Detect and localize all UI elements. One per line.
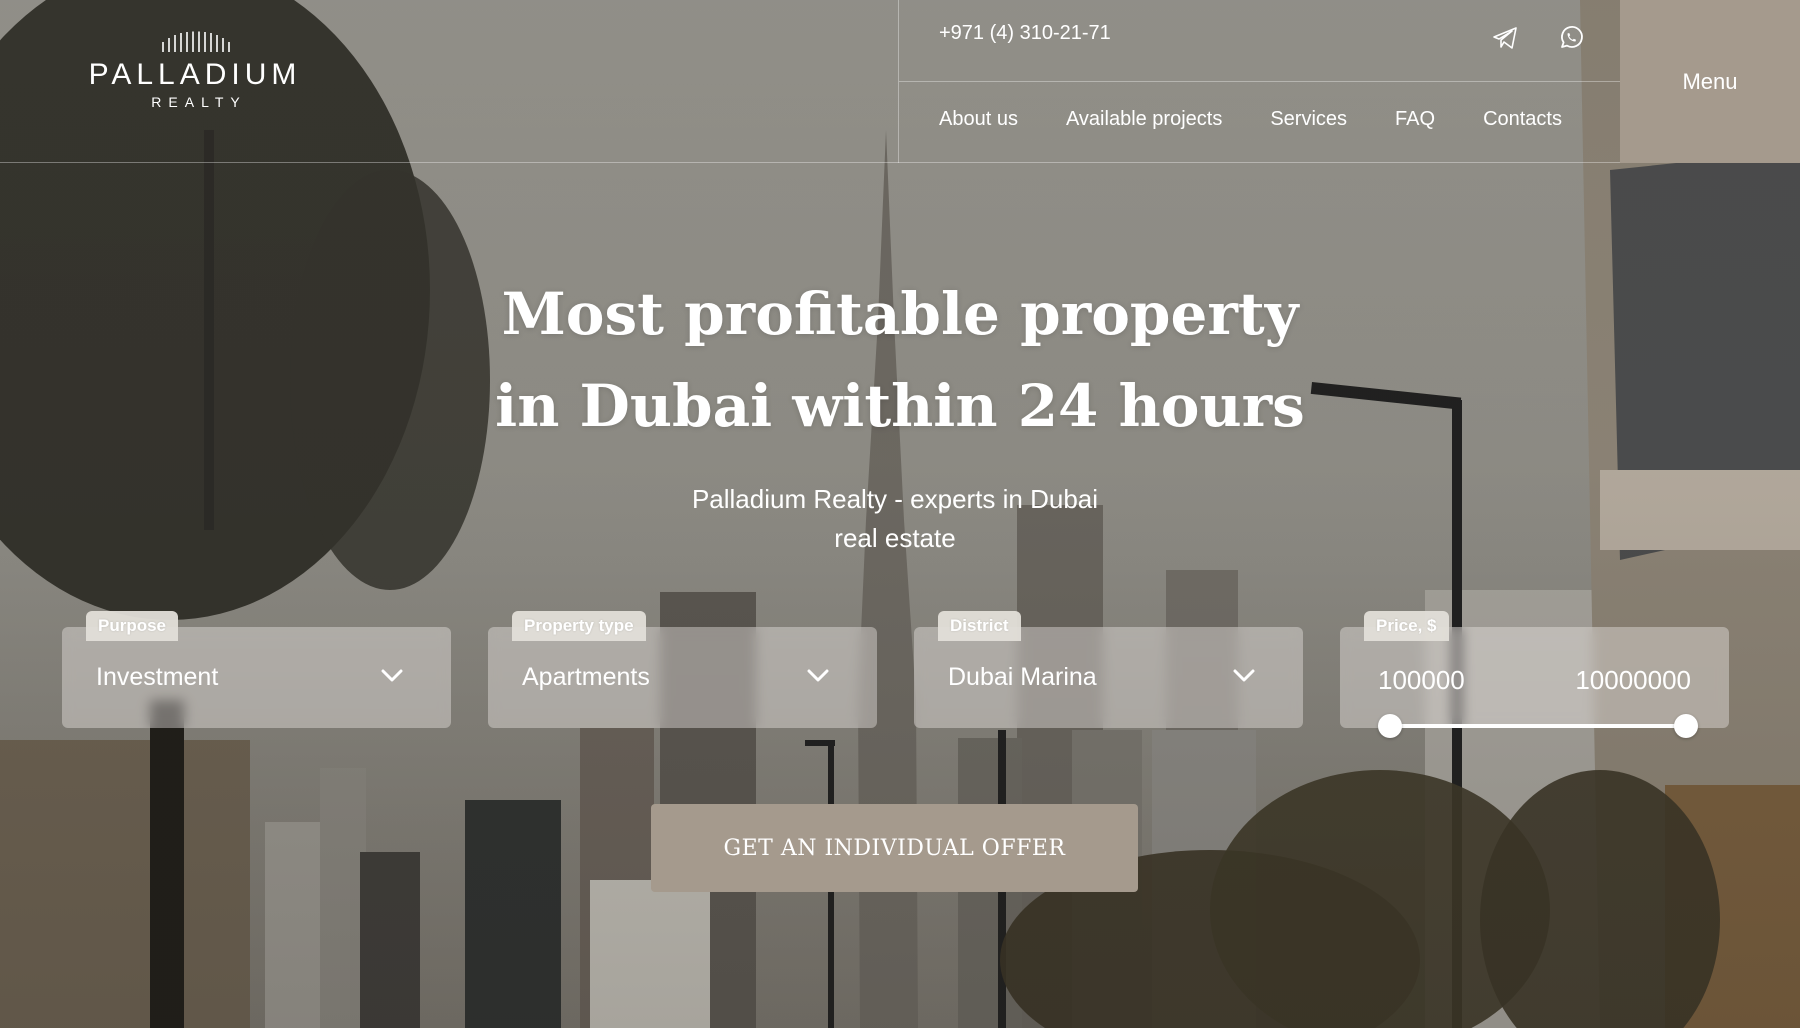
purpose-value: Investment bbox=[96, 663, 219, 691]
hero-subtitle: Palladium Realty - experts in Dubai real… bbox=[640, 480, 1150, 558]
district-select[interactable]: District Dubai Marina bbox=[914, 611, 1303, 728]
property-type-select[interactable]: Property type Apartments bbox=[488, 611, 877, 728]
nav-faq[interactable]: FAQ bbox=[1395, 108, 1435, 131]
purpose-label: Purpose bbox=[86, 611, 179, 641]
whatsapp-icon[interactable] bbox=[1557, 24, 1585, 52]
chevron-down-icon bbox=[1233, 669, 1255, 682]
hero-subtitle-line-1: Palladium Realty - experts in Dubai bbox=[691, 484, 1099, 514]
hero-title-line-2: in Dubai within 24 hours bbox=[495, 372, 1305, 440]
logo-arch-icon bbox=[162, 31, 230, 52]
chevron-down-icon bbox=[381, 669, 403, 682]
price-label: Price, $ bbox=[1364, 611, 1449, 641]
district-label: District bbox=[938, 611, 1021, 641]
logo-name: PALLADIUM bbox=[88, 58, 302, 91]
logo-subtitle: REALTY bbox=[151, 94, 247, 110]
nav-services[interactable]: Services bbox=[1270, 108, 1347, 131]
price-range-filter: Price, $ 100000 10000000 bbox=[1340, 611, 1729, 738]
telegram-icon-graphic bbox=[1493, 27, 1517, 49]
price-slider-track[interactable] bbox=[1390, 724, 1686, 728]
nav-about-us[interactable]: About us bbox=[939, 108, 1018, 131]
property-type-label: Property type bbox=[512, 611, 646, 641]
site-header: PALLADIUM REALTY +971 (4) 310-21-71 Abou… bbox=[0, 0, 1800, 163]
hero-title: Most profitable property in Dubai within… bbox=[400, 268, 1400, 452]
chevron-down-icon bbox=[807, 669, 829, 682]
menu-button[interactable]: Menu bbox=[1620, 0, 1800, 163]
nav-available-projects[interactable]: Available projects bbox=[1066, 108, 1222, 131]
purpose-select[interactable]: Purpose Investment bbox=[62, 611, 451, 728]
get-offer-button[interactable]: GET AN INDIVIDUAL OFFER bbox=[651, 804, 1138, 892]
district-value: Dubai Marina bbox=[948, 663, 1097, 691]
logo[interactable]: PALLADIUM REALTY bbox=[60, 30, 330, 130]
hero-subtitle-line-2: real estate bbox=[834, 523, 956, 553]
header-right: +971 (4) 310-21-71 About us Available pr… bbox=[898, 0, 1620, 163]
nav-contacts[interactable]: Contacts bbox=[1483, 108, 1562, 131]
price-min-value[interactable]: 100000 bbox=[1378, 665, 1465, 696]
price-slider-min-handle[interactable] bbox=[1378, 714, 1402, 738]
hero-title-line-1: Most profitable property bbox=[501, 280, 1299, 348]
phone-link[interactable]: +971 (4) 310-21-71 bbox=[939, 22, 1111, 45]
main-nav: About us Available projects Services FAQ… bbox=[939, 108, 1562, 131]
telegram-icon[interactable] bbox=[1491, 24, 1519, 52]
property-type-value: Apartments bbox=[522, 663, 650, 691]
price-max-value[interactable]: 10000000 bbox=[1575, 665, 1691, 696]
whatsapp-icon-graphic bbox=[1561, 26, 1583, 48]
price-slider-max-handle[interactable] bbox=[1674, 714, 1698, 738]
header-contact-bar: +971 (4) 310-21-71 bbox=[899, 0, 1620, 82]
